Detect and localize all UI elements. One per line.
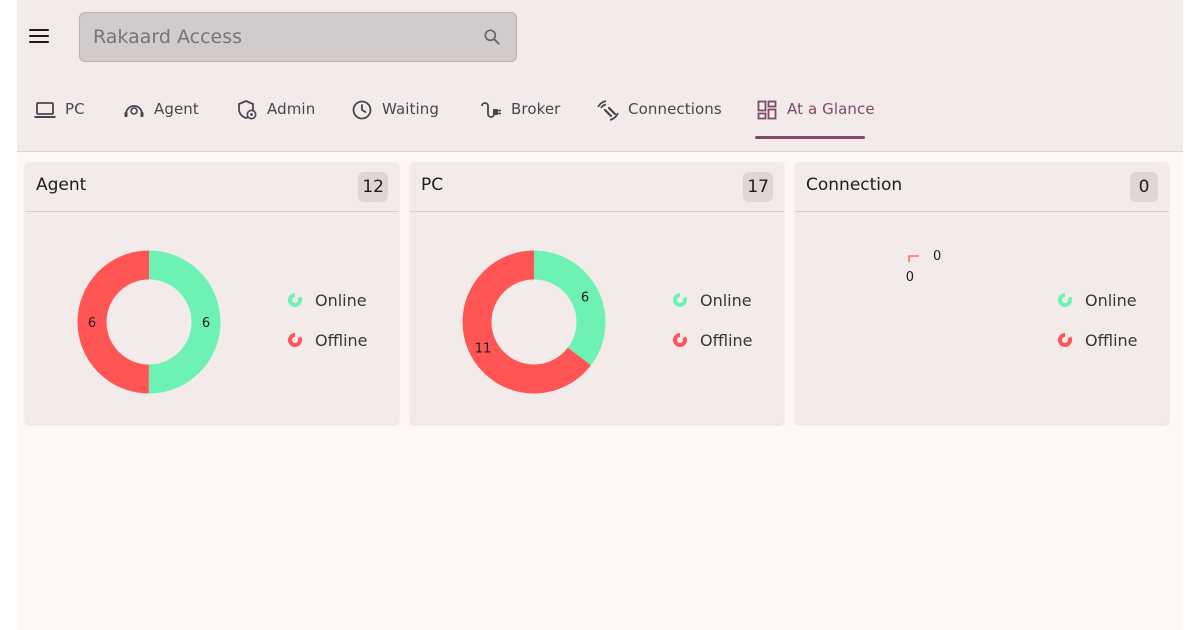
admin-shield-icon — [238, 100, 257, 120]
legend-online[interactable]: Online — [287, 290, 368, 310]
tab-bar: PC Agent Admin Waiting Broker Connection… — [17, 88, 1183, 140]
offline-value-label: 0 — [906, 270, 914, 285]
tab-label: Waiting — [382, 100, 440, 118]
legend-offline[interactable]: Offline — [1057, 330, 1138, 350]
legend-offline[interactable]: Offline — [287, 330, 368, 350]
offline-legend-icon — [673, 333, 687, 347]
connection-empty-chart: 00 — [906, 249, 942, 285]
connections-icon — [597, 100, 619, 121]
tab-connections[interactable]: Connections — [596, 88, 722, 140]
legend-label: Online — [700, 290, 752, 310]
legend-label: Offline — [1085, 330, 1138, 350]
chart-legend: Online Offline — [1057, 290, 1138, 370]
tab-label: PC — [65, 100, 85, 118]
card-title: Connection — [806, 175, 903, 195]
tab-waiting[interactable]: Waiting — [350, 88, 439, 140]
zero-slice-tick — [908, 255, 919, 262]
legend-label: Online — [315, 290, 367, 310]
tab-at-a-glance[interactable]: At a Glance — [755, 88, 875, 140]
plug-icon — [481, 102, 501, 118]
offline-legend-icon — [1058, 333, 1072, 347]
online-value-label: 6 — [581, 291, 589, 306]
online-legend-icon — [288, 293, 302, 307]
pc-donut-chart: 6 11 — [462, 250, 606, 394]
online-legend-icon — [1058, 293, 1072, 307]
legend-label: Offline — [315, 330, 368, 350]
online-value-label: 6 — [202, 316, 210, 331]
card-header: Agent 12 — [25, 162, 399, 212]
online-legend-icon — [673, 293, 687, 307]
dashboard-icon — [757, 100, 777, 120]
top-bar: PC Agent Admin — [17, 0, 1183, 152]
clock-icon — [352, 100, 372, 120]
card-title: Agent — [36, 175, 87, 195]
tab-label: Broker — [511, 100, 561, 118]
offline-value-label: 11 — [475, 341, 492, 356]
laptop-icon — [34, 102, 56, 118]
offline-legend-icon — [288, 333, 302, 347]
tab-label: Connections — [628, 100, 722, 118]
tab-broker[interactable]: Broker — [479, 88, 560, 140]
legend-label: Online — [1085, 290, 1137, 310]
tab-pc[interactable]: PC — [33, 88, 85, 140]
search-input[interactable] — [93, 23, 463, 51]
offline-value-label: 6 — [88, 316, 96, 331]
chart-legend: Online Offline — [672, 290, 753, 370]
menu-icon[interactable] — [25, 22, 53, 50]
app-root: PC Agent Admin — [17, 0, 1183, 630]
tab-label: At a Glance — [787, 100, 875, 118]
legend-online[interactable]: Online — [1057, 290, 1138, 310]
legend-offline[interactable]: Offline — [672, 330, 753, 350]
count-badge: 12 — [358, 172, 388, 202]
agent-icon — [124, 105, 144, 117]
connection-card: Connection 0 00 Online Offline — [795, 162, 1169, 424]
search-icon[interactable] — [482, 27, 502, 47]
agent-card: Agent 12 66 Online Offline — [25, 162, 399, 424]
tab-agent[interactable]: Agent — [122, 88, 199, 140]
chart-legend: Online Offline — [287, 290, 368, 370]
card-title: PC — [421, 175, 444, 195]
count-badge: 0 — [1130, 172, 1158, 202]
legend-online[interactable]: Online — [672, 290, 753, 310]
search-bar[interactable] — [79, 12, 517, 62]
active-tab-indicator — [755, 136, 865, 139]
tab-admin[interactable]: Admin — [235, 88, 315, 140]
tab-label: Admin — [267, 100, 316, 118]
tab-label: Agent — [154, 100, 199, 118]
card-header: Connection 0 — [795, 162, 1169, 212]
legend-label: Offline — [700, 330, 753, 350]
pc-card: PC 17 6 11 Online Offline — [410, 162, 784, 424]
card-header: PC 17 — [410, 162, 784, 212]
agent-donut-chart: 66 — [77, 250, 221, 394]
count-badge: 17 — [743, 172, 773, 202]
online-value-label: 0 — [933, 249, 941, 264]
